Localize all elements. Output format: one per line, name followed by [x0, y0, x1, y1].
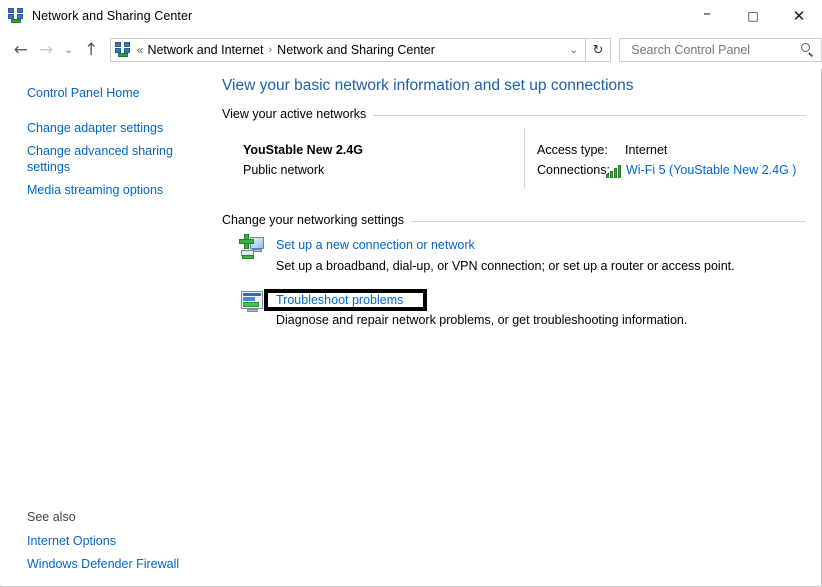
search-input[interactable]: [629, 42, 801, 58]
chevron-down-icon[interactable]: ⌄: [563, 39, 585, 61]
connections-value-link[interactable]: Wi-Fi 5 (YouStable New 2.4G ): [626, 163, 796, 177]
networking-settings-heading: Change your networking settings: [222, 213, 411, 227]
see-also-label: See also: [27, 510, 76, 524]
title-bar: Network and Sharing Center – □ ✕: [0, 0, 822, 31]
setup-new-connection-link[interactable]: Set up a new connection or network: [276, 238, 475, 252]
network-icon: [8, 8, 24, 24]
access-type-value: Internet: [625, 143, 667, 157]
new-connection-icon: [239, 234, 267, 262]
sidebar: Control Panel Home Change adapter settin…: [0, 69, 218, 585]
maximize-button[interactable]: □: [730, 0, 776, 31]
breadcrumb-item-network-and-sharing-center[interactable]: Network and Sharing Center: [277, 43, 435, 57]
sidebar-item-internet-options[interactable]: Internet Options: [27, 533, 202, 549]
troubleshoot-problems-description: Diagnose and repair network problems, or…: [276, 313, 687, 327]
access-type-label: Access type:: [537, 143, 608, 157]
window-title: Network and Sharing Center: [32, 9, 192, 23]
wifi-signal-icon: [606, 165, 623, 178]
troubleshoot-icon: [241, 291, 269, 319]
forward-button[interactable]: →: [33, 37, 58, 63]
search-icon[interactable]: [801, 43, 815, 57]
content-area: Control Panel Home Change adapter settin…: [0, 69, 820, 585]
back-button[interactable]: ←: [8, 37, 33, 63]
refresh-button[interactable]: ↻: [586, 38, 611, 62]
recent-locations-button[interactable]: ⌄: [59, 37, 79, 63]
page-title: View your basic network information and …: [222, 77, 634, 95]
navigation-bar: ← → ⌄ ↑ « Network and Internet › Network…: [0, 31, 822, 69]
sidebar-item-media-streaming-options[interactable]: Media streaming options: [27, 182, 202, 198]
setup-new-connection-description: Set up a broadband, dial-up, or VPN conn…: [276, 259, 735, 273]
window-controls: – □ ✕: [684, 0, 822, 31]
active-networks-heading: View your active networks: [222, 107, 373, 121]
sidebar-item-windows-defender-firewall[interactable]: Windows Defender Firewall: [27, 556, 202, 572]
breadcrumb-overflow-icon[interactable]: «: [137, 43, 144, 57]
breadcrumb-item-network-and-internet[interactable]: Network and Internet: [147, 43, 263, 57]
close-button[interactable]: ✕: [776, 0, 822, 31]
main-pane: View your basic network information and …: [218, 69, 820, 585]
sidebar-item-change-advanced-sharing-settings[interactable]: Change advanced sharing settings: [27, 143, 202, 175]
search-box[interactable]: [619, 38, 822, 62]
active-network-type: Public network: [243, 163, 324, 177]
active-network-name: YouStable New 2.4G: [243, 143, 363, 157]
troubleshoot-problems-link[interactable]: Troubleshoot problems: [276, 293, 403, 307]
chevron-right-icon: ›: [269, 44, 273, 56]
sidebar-item-change-adapter-settings[interactable]: Change adapter settings: [27, 120, 202, 136]
connections-label: Connections:: [537, 163, 610, 177]
sidebar-item-control-panel-home[interactable]: Control Panel Home: [27, 85, 202, 101]
up-button[interactable]: ↑: [78, 37, 103, 63]
active-networks-divider: [524, 128, 525, 188]
network-icon: [115, 42, 131, 58]
address-bar[interactable]: « Network and Internet › Network and Sha…: [110, 38, 586, 62]
minimize-button[interactable]: –: [684, 0, 730, 31]
